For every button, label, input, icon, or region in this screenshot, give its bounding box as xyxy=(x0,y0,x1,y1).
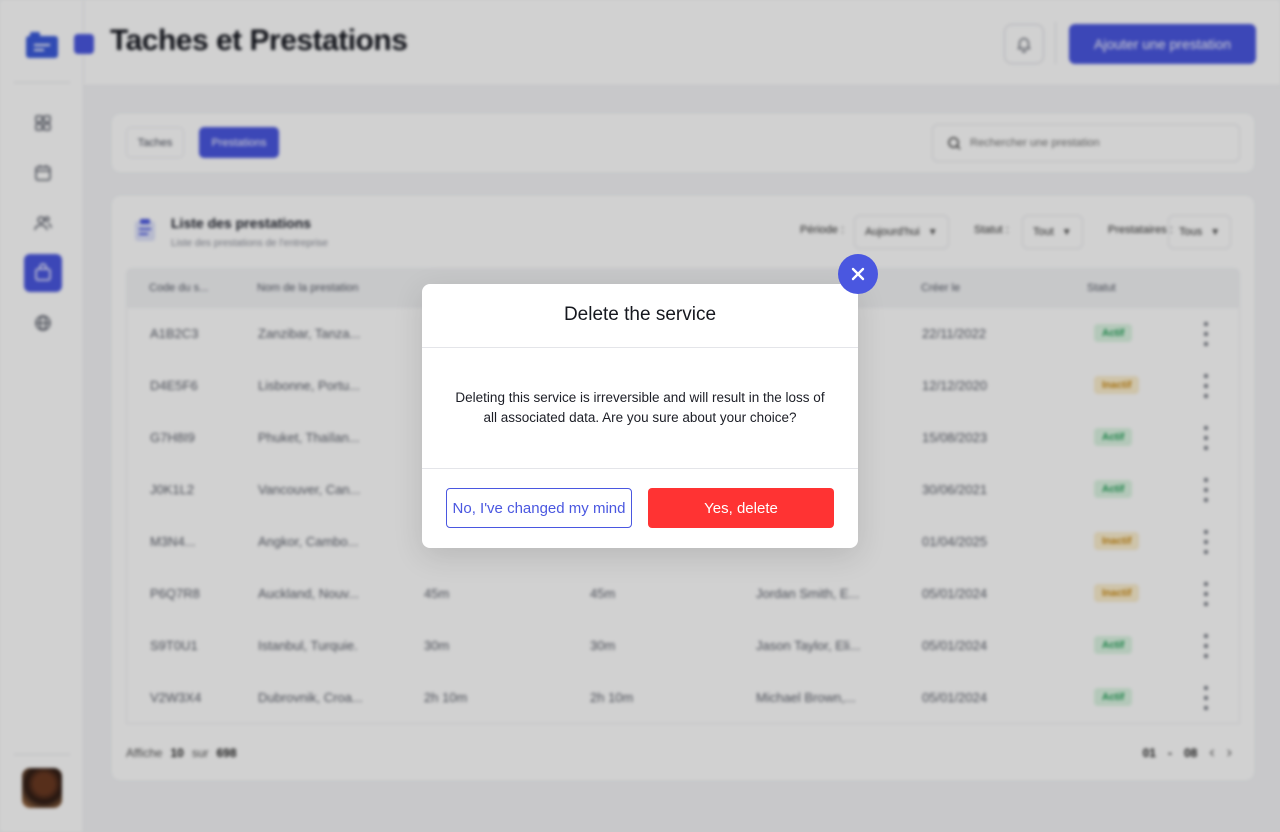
delete-confirmation-dialog: Delete the service Deleting this service… xyxy=(422,284,858,548)
dialog-message: Deleting this service is irreversible an… xyxy=(455,390,825,425)
close-dialog-button[interactable] xyxy=(838,254,878,294)
confirm-delete-button[interactable]: Yes, delete xyxy=(648,488,834,528)
cancel-button[interactable]: No, I've changed my mind xyxy=(446,488,632,528)
dialog-divider xyxy=(422,468,858,469)
close-icon xyxy=(851,267,865,281)
dialog-divider xyxy=(422,347,858,348)
dialog-title: Delete the service xyxy=(563,304,717,325)
